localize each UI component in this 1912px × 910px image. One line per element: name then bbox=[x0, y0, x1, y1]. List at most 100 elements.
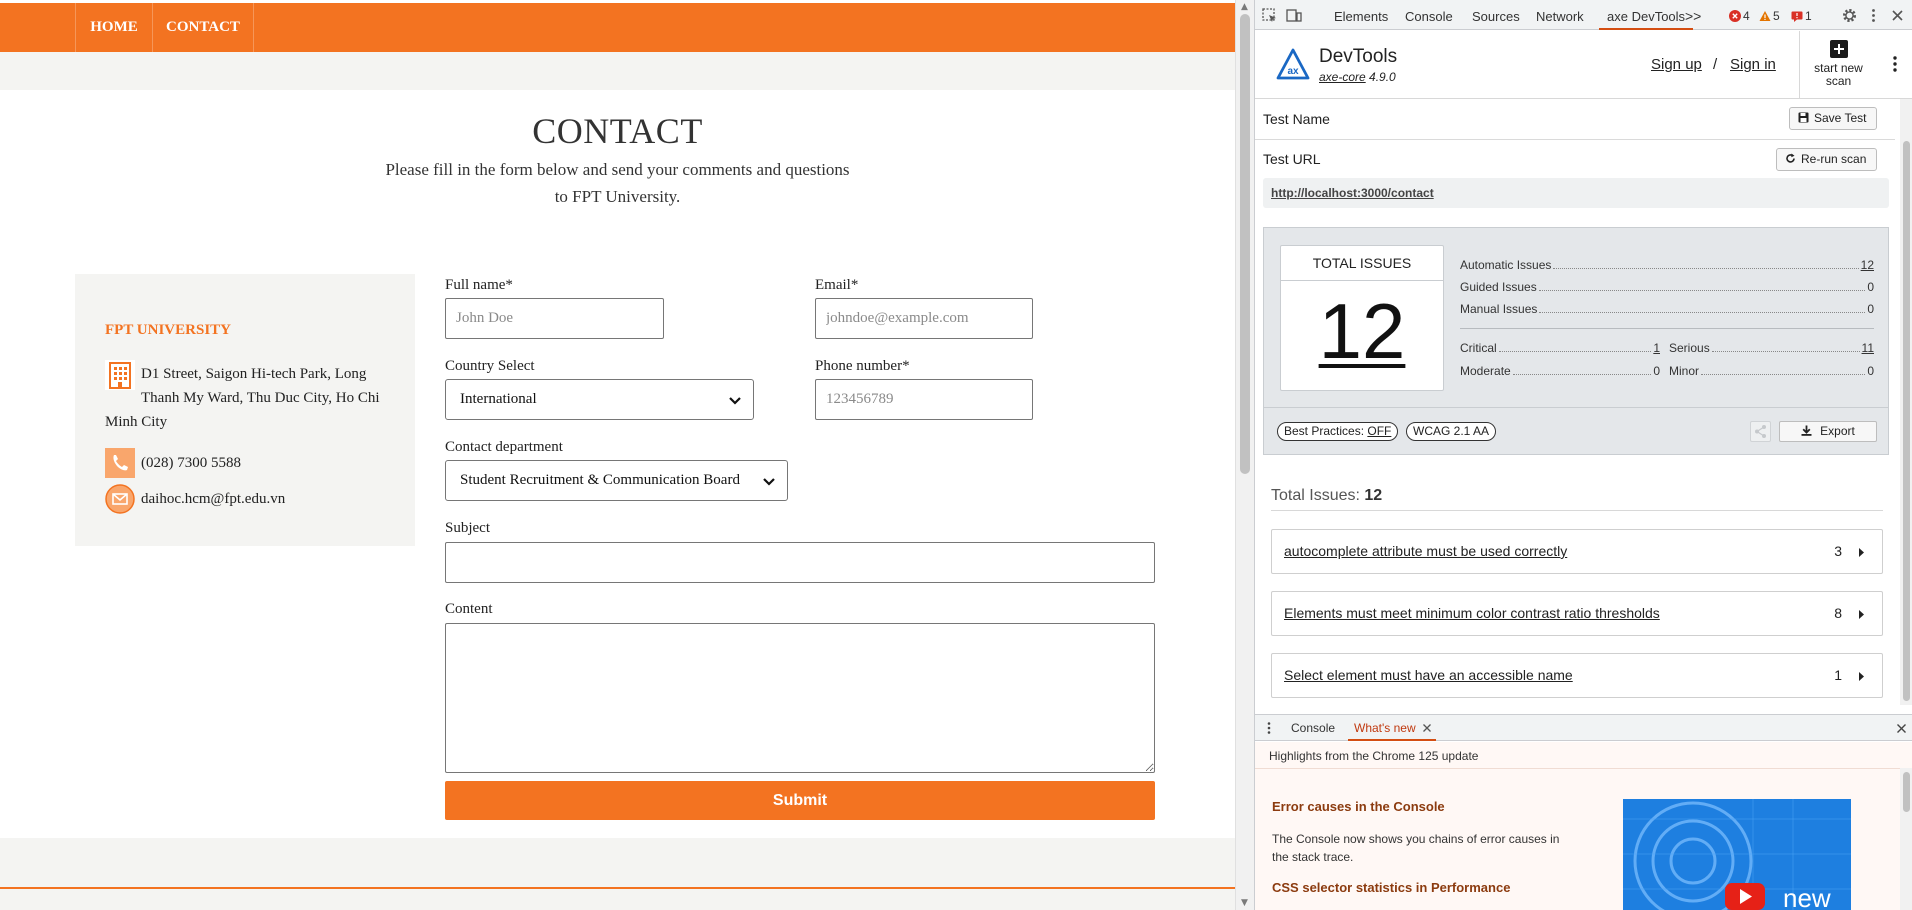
serious-value[interactable]: 11 bbox=[1862, 341, 1874, 356]
download-icon bbox=[1801, 425, 1812, 436]
issue-row-select-name[interactable]: Select element must have an accessible n… bbox=[1271, 653, 1883, 698]
whats-new-paragraph-1: The Console now shows you chains of erro… bbox=[1272, 832, 1560, 864]
best-practices-value: OFF bbox=[1367, 424, 1392, 438]
tab-elements[interactable]: Elements bbox=[1334, 0, 1388, 30]
whats-new-scrollbar-thumb[interactable] bbox=[1903, 772, 1910, 812]
drawer-tab-console[interactable]: Console bbox=[1291, 715, 1335, 741]
submit-button[interactable]: Submit bbox=[445, 781, 1155, 820]
manual-issues-value: 0 bbox=[1867, 302, 1874, 316]
customize-menu-icon[interactable] bbox=[1865, 7, 1882, 24]
phone-input[interactable] bbox=[815, 379, 1033, 420]
nav-contact-link[interactable]: CONTACT bbox=[152, 3, 254, 52]
rerun-scan-label: Re-run scan bbox=[1801, 152, 1867, 166]
automatic-issues-label: Automatic Issues bbox=[1460, 258, 1552, 272]
country-label: Country Select bbox=[445, 358, 535, 374]
axe-logo-icon: ax bbox=[1276, 48, 1310, 80]
building-icon bbox=[105, 360, 135, 390]
issue-row-autocomplete[interactable]: autocomplete attribute must be used corr… bbox=[1271, 529, 1883, 574]
email-input[interactable] bbox=[815, 298, 1033, 339]
best-practices-toggle[interactable]: Best Practices: OFF bbox=[1277, 422, 1399, 441]
tab-console[interactable]: Console bbox=[1405, 0, 1453, 30]
axe-title: DevTools bbox=[1319, 46, 1398, 67]
phone-icon bbox=[105, 448, 135, 478]
start-new-scan-button[interactable]: start new scan bbox=[1799, 31, 1877, 98]
moderate-label: Moderate bbox=[1460, 364, 1511, 378]
mail-icon bbox=[105, 484, 135, 514]
test-url-value[interactable]: http://localhost:3000/contact bbox=[1271, 186, 1434, 200]
scroll-down-icon[interactable]: ▼ bbox=[1241, 898, 1248, 908]
email-label: Email* bbox=[815, 277, 859, 293]
department-select[interactable]: Student Recruitment & Communication Boar… bbox=[445, 460, 788, 501]
tab-axe-devtools[interactable]: axe DevTools bbox=[1598, 0, 1694, 30]
drawer-menu-icon[interactable] bbox=[1264, 721, 1274, 735]
inspect-element-icon[interactable] bbox=[1261, 7, 1278, 24]
axe-version-number: 4.9.0 bbox=[1369, 70, 1396, 84]
issues-count-badge[interactable]: 1 bbox=[1791, 8, 1812, 24]
issue-title[interactable]: Select element must have an accessible n… bbox=[1284, 667, 1573, 683]
chevron-down-icon bbox=[729, 397, 741, 405]
sign-up-link[interactable]: Sign up bbox=[1651, 56, 1702, 73]
tab-network[interactable]: Network bbox=[1536, 0, 1584, 30]
issue-row-color-contrast[interactable]: Elements must meet minimum color contras… bbox=[1271, 591, 1883, 636]
drawer-tab-whats-new[interactable]: What's new bbox=[1348, 715, 1436, 741]
device-toolbar-icon[interactable] bbox=[1285, 7, 1302, 24]
whats-new-scrollbar[interactable] bbox=[1900, 768, 1912, 910]
issue-title[interactable]: autocomplete attribute must be used corr… bbox=[1284, 543, 1567, 559]
content-textarea[interactable] bbox=[445, 623, 1155, 773]
fullname-label: Full name* bbox=[445, 277, 513, 293]
refresh-icon bbox=[1786, 153, 1795, 163]
critical-value[interactable]: 1 bbox=[1653, 341, 1660, 356]
page-scrollbar[interactable]: ▲ ▼ bbox=[1235, 0, 1254, 910]
settings-gear-icon[interactable] bbox=[1841, 7, 1858, 24]
sign-in-link[interactable]: Sign in bbox=[1730, 56, 1776, 73]
automatic-issues-value[interactable]: 12 bbox=[1861, 258, 1874, 273]
axe-core-version: axe-core 4.9.0 bbox=[1319, 70, 1396, 84]
minor-stat: Minor 0 bbox=[1669, 364, 1874, 379]
whats-new-heading-1[interactable]: Error causes in the Console bbox=[1272, 799, 1445, 814]
whats-new-video-thumbnail[interactable]: new bbox=[1623, 799, 1851, 910]
test-url-field[interactable]: http://localhost:3000/contact bbox=[1263, 178, 1889, 208]
fullname-input[interactable] bbox=[445, 298, 664, 339]
axe-panel-scrollbar-thumb[interactable] bbox=[1903, 141, 1910, 701]
axe-header: ax DevTools axe-core 4.9.0 Sign up / Sig… bbox=[1255, 31, 1912, 99]
country-select-value: International bbox=[460, 391, 537, 407]
footer-divider bbox=[0, 887, 1235, 889]
test-name-label: Test Name bbox=[1263, 111, 1330, 127]
phone-label: Phone number* bbox=[815, 358, 910, 374]
rerun-scan-button[interactable]: Re-run scan bbox=[1776, 148, 1878, 171]
issues-count: 1 bbox=[1805, 9, 1812, 23]
guided-issues-value: 0 bbox=[1867, 280, 1874, 294]
axe-core-link[interactable]: axe-core bbox=[1319, 70, 1366, 84]
save-test-button[interactable]: Save Test bbox=[1789, 107, 1878, 130]
share-button[interactable] bbox=[1750, 421, 1771, 442]
close-devtools-icon[interactable] bbox=[1889, 7, 1906, 24]
tab-sources[interactable]: Sources bbox=[1472, 0, 1520, 30]
wcag-level-pill[interactable]: WCAG 2.1 AA bbox=[1406, 422, 1497, 441]
close-tab-icon[interactable] bbox=[1422, 723, 1432, 733]
footer-band bbox=[0, 838, 1235, 910]
whats-new-heading-2[interactable]: CSS selector statistics in Performance bbox=[1272, 880, 1510, 895]
axe-panel-scrollbar[interactable] bbox=[1900, 99, 1912, 705]
page-scrollbar-thumb[interactable] bbox=[1240, 14, 1250, 474]
issue-title[interactable]: Elements must meet minimum color contras… bbox=[1284, 605, 1660, 621]
divider bbox=[1255, 768, 1900, 769]
more-tabs-button[interactable]: >> bbox=[1685, 0, 1701, 30]
axe-more-options-icon[interactable] bbox=[1887, 53, 1903, 75]
warning-count-badge[interactable]: 5 bbox=[1759, 8, 1780, 24]
save-test-label: Save Test bbox=[1814, 111, 1867, 125]
nav-home-link[interactable]: HOME bbox=[75, 3, 152, 52]
country-select[interactable]: International bbox=[445, 379, 754, 420]
error-count-badge[interactable]: 4 bbox=[1729, 8, 1750, 24]
issue-count: 1 bbox=[1834, 667, 1842, 683]
page-title: CONTACT bbox=[532, 111, 703, 151]
close-drawer-icon[interactable] bbox=[1896, 723, 1907, 734]
save-disk-icon bbox=[1798, 112, 1809, 123]
moderate-value: 0 bbox=[1653, 364, 1660, 378]
scroll-up-icon[interactable]: ▲ bbox=[1241, 2, 1248, 12]
stats-divider bbox=[1460, 328, 1874, 329]
total-issues-count[interactable]: 12 bbox=[1281, 286, 1443, 377]
export-button[interactable]: Export bbox=[1779, 421, 1877, 442]
address-text: D1 Street, Saigon Hi-tech Park, Long Tha… bbox=[105, 366, 380, 430]
critical-stat: Critical 1 bbox=[1460, 341, 1660, 356]
subject-input[interactable] bbox=[445, 542, 1155, 583]
